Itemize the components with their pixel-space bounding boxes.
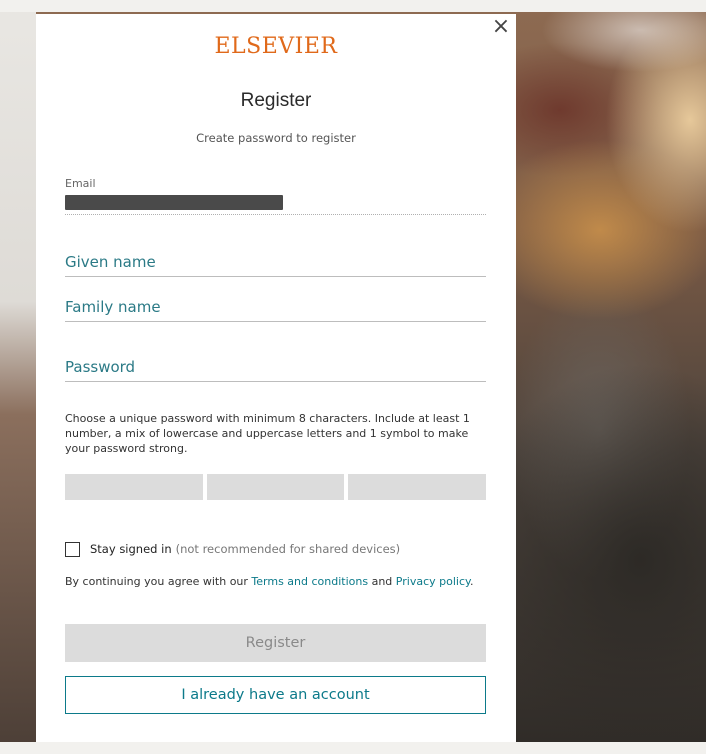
strength-segment-2 [206, 474, 345, 500]
already-have-account-button[interactable]: I already have an account [65, 676, 486, 714]
dialog-subtitle: Create password to register [196, 131, 356, 145]
email-value-redacted [65, 195, 283, 210]
given-name-input[interactable] [65, 248, 486, 277]
email-underline [65, 214, 486, 215]
stay-signed-in-row[interactable]: Stay signed in (not recommended for shar… [65, 540, 400, 558]
strength-segment-3 [348, 474, 487, 500]
stay-signed-in-label[interactable]: Stay signed in [90, 542, 172, 556]
terms-suffix: . [469, 575, 474, 588]
register-dialog: × ELSEVIER Register Create password to r… [36, 14, 516, 742]
stay-signed-in-note: (not recommended for shared devices) [175, 542, 401, 556]
terms-prefix: By continuing you agree with our [65, 575, 252, 588]
family-name-input[interactable] [65, 293, 486, 322]
terms-text: By continuing you agree with our Terms a… [65, 574, 490, 590]
email-label: Email [65, 177, 96, 190]
page-left-edge [0, 0, 36, 754]
password-input[interactable] [65, 353, 486, 382]
terms-middle: and [368, 575, 396, 588]
password-hint: Choose a unique password with minimum 8 … [65, 412, 470, 455]
privacy-policy-link[interactable]: Privacy policy [396, 575, 470, 588]
page-bottom-edge [0, 742, 706, 754]
elsevier-logo: ELSEVIER [214, 34, 338, 59]
password-strength-meter [65, 474, 487, 500]
page-top-edge [0, 0, 706, 12]
strength-segment-1 [65, 474, 203, 500]
terms-link[interactable]: Terms and conditions [251, 575, 368, 588]
dialog-title: Register [240, 90, 312, 111]
stay-signed-in-checkbox[interactable] [65, 541, 80, 557]
register-button[interactable]: Register [65, 624, 486, 662]
